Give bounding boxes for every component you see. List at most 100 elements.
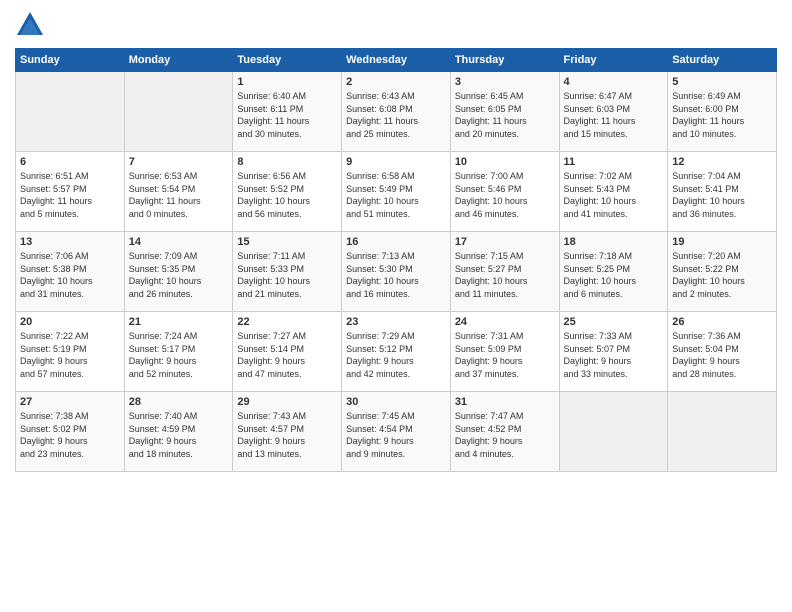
day-cell: 1 Sunrise: 6:40 AM Sunset: 6:11 PM Daylig… — [233, 72, 342, 152]
week-row-5: 27 Sunrise: 7:38 AM Sunset: 5:02 PM Dayli… — [16, 392, 777, 472]
week-row-3: 13 Sunrise: 7:06 AM Sunset: 5:38 PM Dayli… — [16, 232, 777, 312]
day-number: 8 — [237, 156, 337, 168]
day-cell: 23Sunrise: 7:29 AM Sunset: 5:12 PM Dayli… — [342, 312, 451, 392]
day-cell: 21 Sunrise: 7:24 AM Sunset: 5:17 PM Dayli… — [124, 312, 233, 392]
day-cell — [559, 392, 668, 472]
day-detail: Sunrise: 7:18 AM Sunset: 5:25 PM Dayligh… — [564, 250, 664, 300]
day-detail: Sunrise: 6:56 AM Sunset: 5:52 PM Dayligh… — [237, 170, 337, 220]
day-number: 27 — [20, 396, 120, 408]
day-detail: Sunrise: 7:45 AM Sunset: 4:54 PM Dayligh… — [346, 410, 446, 460]
day-detail: Sunrise: 6:49 AM Sunset: 6:00 PM Dayligh… — [672, 90, 772, 140]
calendar-header: SundayMondayTuesdayWednesdayThursdayFrid… — [16, 49, 777, 72]
day-number: 31 — [455, 396, 555, 408]
day-cell: 31 Sunrise: 7:47 AM Sunset: 4:52 PM Dayli… — [450, 392, 559, 472]
day-number: 6 — [20, 156, 120, 168]
day-number: 18 — [564, 236, 664, 248]
day-number: 13 — [20, 236, 120, 248]
day-number: 7 — [129, 156, 229, 168]
day-detail: Sunrise: 7:38 AM Sunset: 5:02 PM Dayligh… — [20, 410, 120, 460]
day-detail: Sunrise: 7:24 AM Sunset: 5:17 PM Dayligh… — [129, 330, 229, 380]
day-detail: Sunrise: 6:58 AM Sunset: 5:49 PM Dayligh… — [346, 170, 446, 220]
calendar-body: 1 Sunrise: 6:40 AM Sunset: 6:11 PM Daylig… — [16, 72, 777, 472]
day-cell: 8 Sunrise: 6:56 AM Sunset: 5:52 PM Daylig… — [233, 152, 342, 232]
day-detail: Sunrise: 7:15 AM Sunset: 5:27 PM Dayligh… — [455, 250, 555, 300]
day-number: 15 — [237, 236, 337, 248]
day-cell: 16Sunrise: 7:13 AM Sunset: 5:30 PM Dayli… — [342, 232, 451, 312]
day-detail: Sunrise: 7:31 AM Sunset: 5:09 PM Dayligh… — [455, 330, 555, 380]
day-number: 10 — [455, 156, 555, 168]
day-cell: 17 Sunrise: 7:15 AM Sunset: 5:27 PM Dayli… — [450, 232, 559, 312]
day-header-sunday: Sunday — [16, 49, 125, 72]
day-detail: Sunrise: 7:33 AM Sunset: 5:07 PM Dayligh… — [564, 330, 664, 380]
day-number: 29 — [237, 396, 337, 408]
header-row: SundayMondayTuesdayWednesdayThursdayFrid… — [16, 49, 777, 72]
day-number: 17 — [455, 236, 555, 248]
day-header-monday: Monday — [124, 49, 233, 72]
day-number: 12 — [672, 156, 772, 168]
week-row-2: 6Sunrise: 6:51 AM Sunset: 5:57 PM Daylig… — [16, 152, 777, 232]
day-number: 3 — [455, 76, 555, 88]
logo — [15, 10, 49, 40]
day-cell: 5 Sunrise: 6:49 AM Sunset: 6:00 PM Daylig… — [668, 72, 777, 152]
day-cell: 26 Sunrise: 7:36 AM Sunset: 5:04 PM Dayli… — [668, 312, 777, 392]
day-detail: Sunrise: 7:27 AM Sunset: 5:14 PM Dayligh… — [237, 330, 337, 380]
page: SundayMondayTuesdayWednesdayThursdayFrid… — [0, 0, 792, 612]
day-cell: 4 Sunrise: 6:47 AM Sunset: 6:03 PM Daylig… — [559, 72, 668, 152]
day-detail: Sunrise: 7:06 AM Sunset: 5:38 PM Dayligh… — [20, 250, 120, 300]
day-number: 26 — [672, 316, 772, 328]
day-detail: Sunrise: 7:29 AM Sunset: 5:12 PM Dayligh… — [346, 330, 446, 380]
day-detail: Sunrise: 6:40 AM Sunset: 6:11 PM Dayligh… — [237, 90, 337, 140]
day-cell: 20 Sunrise: 7:22 AM Sunset: 5:19 PM Dayli… — [16, 312, 125, 392]
day-header-friday: Friday — [559, 49, 668, 72]
day-cell: 19Sunrise: 7:20 AM Sunset: 5:22 PM Dayli… — [668, 232, 777, 312]
day-detail: Sunrise: 7:13 AM Sunset: 5:30 PM Dayligh… — [346, 250, 446, 300]
day-cell: 10Sunrise: 7:00 AM Sunset: 5:46 PM Dayli… — [450, 152, 559, 232]
day-cell: 13 Sunrise: 7:06 AM Sunset: 5:38 PM Dayli… — [16, 232, 125, 312]
day-header-wednesday: Wednesday — [342, 49, 451, 72]
day-detail: Sunrise: 6:43 AM Sunset: 6:08 PM Dayligh… — [346, 90, 446, 140]
day-number: 5 — [672, 76, 772, 88]
day-cell: 2 Sunrise: 6:43 AM Sunset: 6:08 PM Daylig… — [342, 72, 451, 152]
day-detail: Sunrise: 6:45 AM Sunset: 6:05 PM Dayligh… — [455, 90, 555, 140]
day-cell: 14 Sunrise: 7:09 AM Sunset: 5:35 PM Dayli… — [124, 232, 233, 312]
calendar-table: SundayMondayTuesdayWednesdayThursdayFrid… — [15, 48, 777, 472]
day-number: 11 — [564, 156, 664, 168]
day-cell: 27 Sunrise: 7:38 AM Sunset: 5:02 PM Dayli… — [16, 392, 125, 472]
day-detail: Sunrise: 6:47 AM Sunset: 6:03 PM Dayligh… — [564, 90, 664, 140]
day-detail: Sunrise: 7:02 AM Sunset: 5:43 PM Dayligh… — [564, 170, 664, 220]
day-detail: Sunrise: 7:36 AM Sunset: 5:04 PM Dayligh… — [672, 330, 772, 380]
day-cell: 9 Sunrise: 6:58 AM Sunset: 5:49 PM Daylig… — [342, 152, 451, 232]
day-detail: Sunrise: 7:47 AM Sunset: 4:52 PM Dayligh… — [455, 410, 555, 460]
day-cell: 29Sunrise: 7:43 AM Sunset: 4:57 PM Dayli… — [233, 392, 342, 472]
day-detail: Sunrise: 7:09 AM Sunset: 5:35 PM Dayligh… — [129, 250, 229, 300]
day-number: 25 — [564, 316, 664, 328]
day-cell: 25 Sunrise: 7:33 AM Sunset: 5:07 PM Dayli… — [559, 312, 668, 392]
day-detail: Sunrise: 6:53 AM Sunset: 5:54 PM Dayligh… — [129, 170, 229, 220]
day-cell: 28 Sunrise: 7:40 AM Sunset: 4:59 PM Dayli… — [124, 392, 233, 472]
day-cell: 24 Sunrise: 7:31 AM Sunset: 5:09 PM Dayli… — [450, 312, 559, 392]
week-row-1: 1 Sunrise: 6:40 AM Sunset: 6:11 PM Daylig… — [16, 72, 777, 152]
day-cell: 22 Sunrise: 7:27 AM Sunset: 5:14 PM Dayli… — [233, 312, 342, 392]
day-number: 1 — [237, 76, 337, 88]
day-header-saturday: Saturday — [668, 49, 777, 72]
day-cell: 30Sunrise: 7:45 AM Sunset: 4:54 PM Dayli… — [342, 392, 451, 472]
day-detail: Sunrise: 7:11 AM Sunset: 5:33 PM Dayligh… — [237, 250, 337, 300]
day-number: 22 — [237, 316, 337, 328]
header — [15, 10, 777, 40]
day-number: 24 — [455, 316, 555, 328]
day-detail: Sunrise: 7:40 AM Sunset: 4:59 PM Dayligh… — [129, 410, 229, 460]
day-number: 28 — [129, 396, 229, 408]
day-cell: 15 Sunrise: 7:11 AM Sunset: 5:33 PM Dayli… — [233, 232, 342, 312]
day-number: 20 — [20, 316, 120, 328]
week-row-4: 20 Sunrise: 7:22 AM Sunset: 5:19 PM Dayli… — [16, 312, 777, 392]
day-number: 21 — [129, 316, 229, 328]
day-number: 2 — [346, 76, 446, 88]
day-detail: Sunrise: 7:22 AM Sunset: 5:19 PM Dayligh… — [20, 330, 120, 380]
day-header-tuesday: Tuesday — [233, 49, 342, 72]
day-cell: 7 Sunrise: 6:53 AM Sunset: 5:54 PM Daylig… — [124, 152, 233, 232]
day-number: 9 — [346, 156, 446, 168]
day-detail: Sunrise: 7:20 AM Sunset: 5:22 PM Dayligh… — [672, 250, 772, 300]
day-number: 14 — [129, 236, 229, 248]
day-number: 4 — [564, 76, 664, 88]
logo-icon — [15, 10, 45, 40]
